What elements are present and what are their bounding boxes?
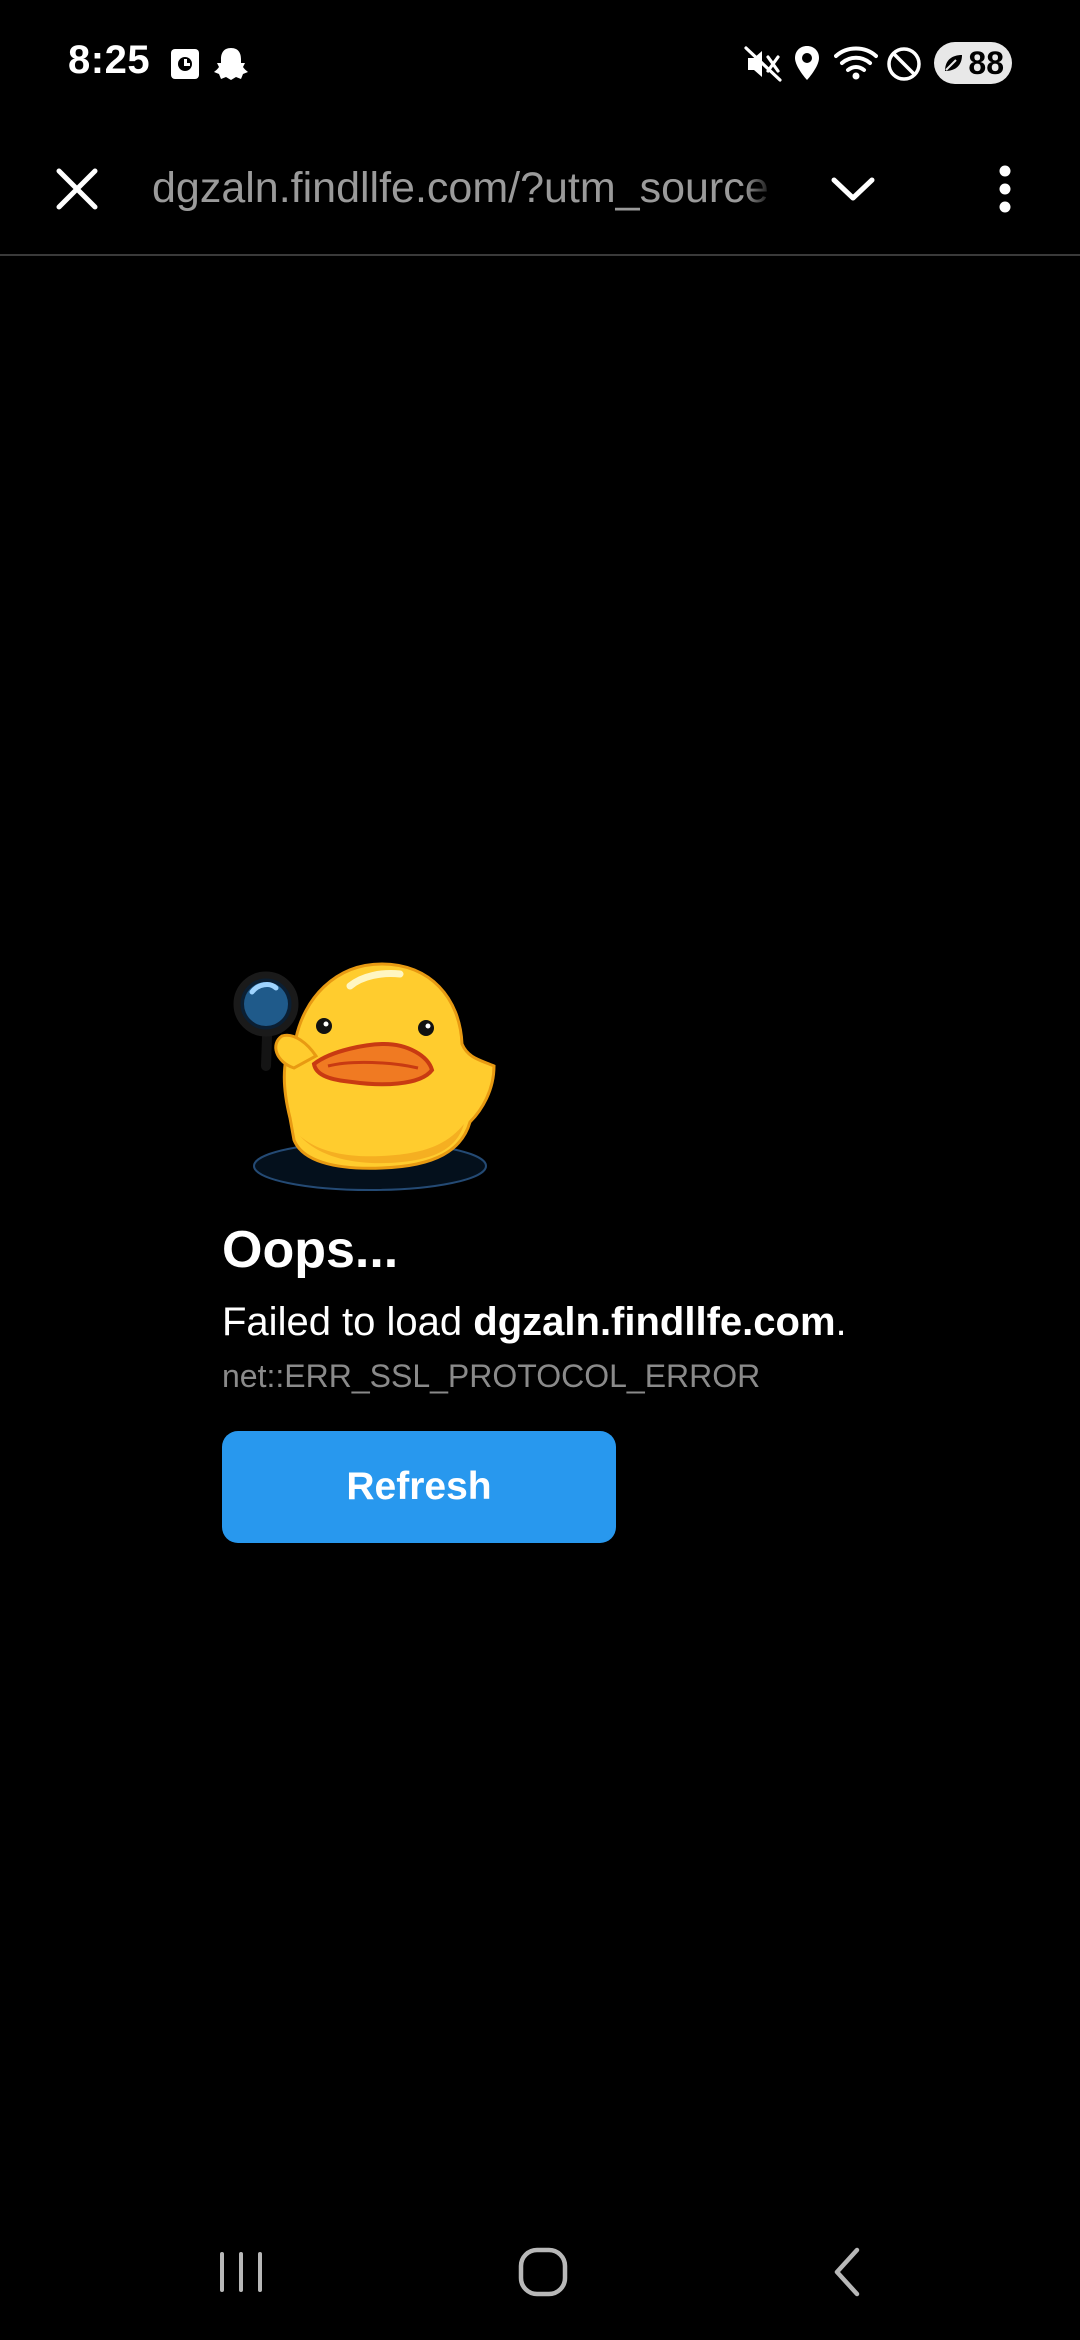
duck-mascot-icon: [233, 962, 496, 1191]
battery-level: 88: [968, 44, 1004, 81]
close-icon: [56, 168, 98, 210]
error-message-suffix: .: [835, 1300, 847, 1344]
error-message: Failed to load dgzaln.findllfe.com.: [222, 1294, 847, 1350]
snapchat-icon: [214, 48, 248, 80]
error-title: Oops...: [222, 1221, 399, 1279]
recent-apps-icon: [220, 2252, 262, 2292]
back-button[interactable]: [802, 2230, 892, 2314]
do-not-disturb-icon: [887, 47, 921, 81]
screenshot-icon: [171, 49, 199, 79]
more-vert-icon: [999, 165, 1011, 213]
home-icon: [518, 2247, 568, 2297]
recent-apps-button[interactable]: [196, 2230, 286, 2314]
battery-icon: 88: [934, 42, 1012, 84]
error-host: dgzaln.findllfe.com: [473, 1300, 836, 1344]
more-options-button[interactable]: [968, 152, 1042, 226]
wifi-icon: [834, 46, 878, 80]
url-fade: [744, 156, 774, 220]
leaf-icon: [945, 55, 962, 71]
back-icon: [834, 2247, 860, 2297]
error-message-prefix: Failed to load: [222, 1300, 474, 1344]
refresh-button[interactable]: Refresh: [222, 1431, 616, 1543]
browser-toolbar: dgzaln.findllfe.com/?utm_source: [0, 128, 1080, 256]
url-bar[interactable]: dgzaln.findllfe.com/?utm_source: [152, 156, 774, 220]
status-bar: 8:25 88: [0, 0, 1080, 128]
url-text: dgzaln.findllfe.com/?utm_source: [152, 164, 769, 212]
mute-icon: [744, 46, 782, 82]
close-button[interactable]: [40, 152, 114, 226]
home-button[interactable]: [498, 2230, 588, 2314]
expand-url-button[interactable]: [816, 152, 890, 226]
status-time: 8:25: [68, 38, 151, 82]
location-icon: [795, 46, 819, 80]
error-code: net::ERR_SSL_PROTOCOL_ERROR: [222, 1358, 761, 1394]
chevron-down-icon: [831, 177, 875, 201]
